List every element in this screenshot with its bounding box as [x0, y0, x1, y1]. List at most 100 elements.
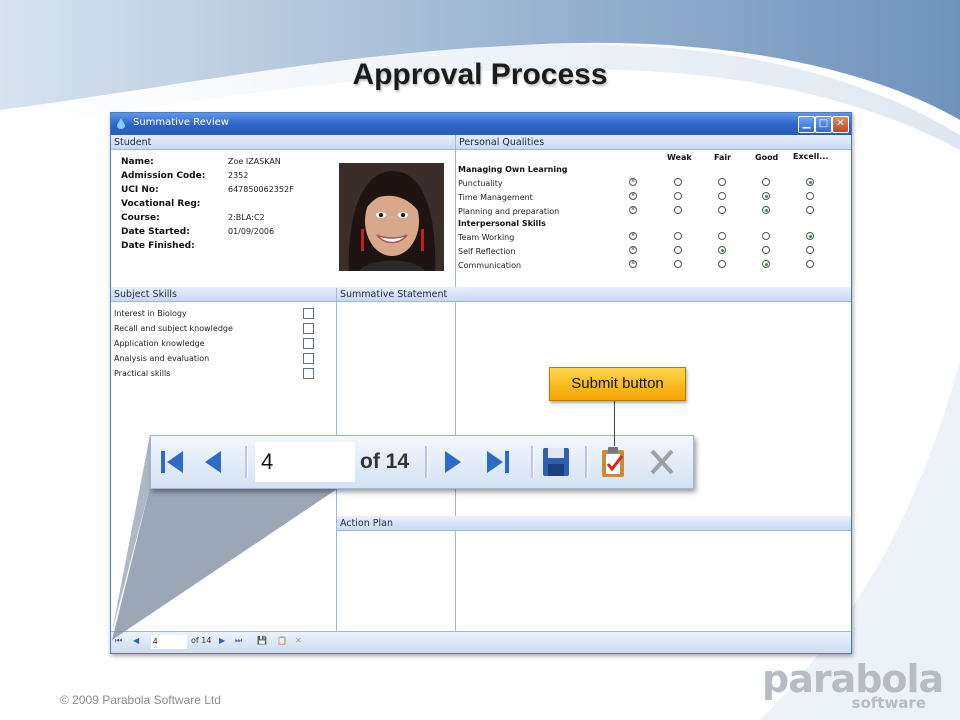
summative-statement-header: Summative Statement: [337, 287, 851, 302]
first-record-icon[interactable]: [155, 444, 189, 480]
zoomed-navigator-toolbar: 4 of 14: [150, 435, 694, 489]
next-record-icon[interactable]: [435, 444, 469, 480]
column-fair: Fair: [714, 153, 732, 162]
slide-title: Approval Process: [352, 58, 608, 91]
submit-icon[interactable]: [597, 444, 631, 480]
submit-button-callout: Submit button: [549, 367, 686, 401]
rating-radio[interactable]: [674, 232, 682, 240]
previous-record-icon[interactable]: ◀: [133, 636, 139, 645]
personal-qualities-header: Personal Qualities: [456, 135, 851, 150]
page-number-input[interactable]: 4: [255, 442, 355, 482]
close-icon[interactable]: ✕: [832, 116, 849, 133]
column-weak: Weak: [667, 153, 692, 162]
rating-radio[interactable]: [806, 260, 814, 268]
rating-radio[interactable]: [762, 178, 770, 186]
logo-word: parabola: [762, 657, 944, 701]
name-label: Name:: [121, 157, 154, 167]
checkbox-practical[interactable]: [303, 368, 314, 379]
window-titlebar: Summative Review ▁ □ ✕: [111, 113, 851, 135]
rating-radio[interactable]: [674, 178, 682, 186]
column-good: Good: [755, 153, 779, 162]
student-panel-header: Student: [111, 135, 455, 150]
cancel-icon[interactable]: ✕: [295, 636, 302, 645]
rating-radio[interactable]: [762, 192, 770, 200]
rating-radio[interactable]: [674, 206, 682, 214]
rating-radio[interactable]: [674, 192, 682, 200]
cancel-icon[interactable]: [645, 444, 679, 480]
column-excellent: Excell...: [793, 152, 829, 161]
vocational-reg-label: Vocational Reg:: [121, 199, 201, 209]
rating-radio[interactable]: [762, 246, 770, 254]
rating-radio[interactable]: [674, 260, 682, 268]
rating-radio[interactable]: ×: [629, 178, 637, 186]
rating-radio[interactable]: ×: [629, 206, 637, 214]
quality-punctuality: Punctuality: [458, 179, 503, 188]
toolbar-separator: [425, 446, 428, 478]
rating-radio[interactable]: [718, 178, 726, 186]
rating-radio[interactable]: [806, 192, 814, 200]
app-drop-icon: [117, 118, 125, 129]
next-record-icon[interactable]: ▶: [219, 636, 225, 645]
callout-leader-line: [614, 399, 615, 446]
rating-radio[interactable]: [718, 260, 726, 268]
logo-sub: software: [851, 694, 926, 712]
rating-radio[interactable]: [762, 206, 770, 214]
rating-radio[interactable]: [806, 178, 814, 186]
quality-time-management: Time Management: [458, 193, 533, 202]
rating-radio[interactable]: [806, 246, 814, 254]
group-interpersonal-skills: Interpersonal Skills: [458, 219, 546, 228]
rating-radio[interactable]: [762, 260, 770, 268]
parabola-logo: parabola software: [762, 657, 944, 712]
toolbar-separator: [245, 446, 248, 478]
toolbar-separator: [585, 446, 588, 478]
last-record-icon[interactable]: ⏭: [235, 636, 242, 646]
rating-radio[interactable]: ×: [629, 232, 637, 240]
uci-no-value: 647850062352F: [228, 185, 294, 194]
admission-code-label: Admission Code:: [121, 171, 206, 181]
skill-analysis: Analysis and evaluation: [114, 354, 210, 363]
checkbox-recall[interactable]: [303, 323, 314, 334]
toolbar-separator: [531, 446, 534, 478]
admission-code-value: 2352: [228, 171, 249, 180]
date-started-value: 01/09/2006: [228, 227, 275, 236]
last-record-icon[interactable]: [481, 444, 515, 480]
uci-no-label: UCI No:: [121, 185, 159, 195]
skill-application: Application knowledge: [114, 339, 205, 348]
checkbox-analysis[interactable]: [303, 353, 314, 364]
previous-record-icon[interactable]: [197, 444, 231, 480]
rating-radio[interactable]: [718, 206, 726, 214]
quality-self-reflection: Self Reflection: [458, 247, 516, 256]
submit-icon[interactable]: 📋: [277, 636, 287, 645]
first-record-icon[interactable]: ⏮: [115, 636, 122, 646]
course-value: 2:BLA:C2: [228, 213, 265, 222]
skill-practical: Practical skills: [114, 369, 171, 378]
action-plan-textarea[interactable]: [338, 532, 850, 630]
name-value: Zoe IZASKAN: [228, 157, 281, 166]
rating-radio[interactable]: [718, 246, 726, 254]
maximize-icon[interactable]: □: [815, 116, 832, 133]
page-count-label: of 14: [360, 450, 410, 473]
record-navigator-bar: ⏮ ◀ 4 of 14 ▶ ⏭ 💾 📋 ✕: [111, 631, 851, 653]
rating-radio[interactable]: [806, 206, 814, 214]
rating-radio[interactable]: [674, 246, 682, 254]
rating-radio[interactable]: [762, 232, 770, 240]
rating-radio[interactable]: [806, 232, 814, 240]
course-label: Course:: [121, 213, 160, 223]
date-started-label: Date Started:: [121, 227, 190, 237]
checkbox-interest-in-biology[interactable]: [303, 308, 314, 319]
rating-radio[interactable]: ×: [629, 246, 637, 254]
rating-radio[interactable]: [718, 192, 726, 200]
rating-radio[interactable]: ×: [629, 260, 637, 268]
action-plan-header: Action Plan: [337, 516, 851, 531]
subject-skills-header: Subject Skills: [111, 287, 336, 302]
save-icon[interactable]: 💾: [257, 636, 267, 645]
rating-radio[interactable]: [718, 232, 726, 240]
rating-radio[interactable]: ×: [629, 192, 637, 200]
checkbox-application[interactable]: [303, 338, 314, 349]
quality-communication: Communication: [458, 261, 522, 270]
date-finished-label: Date Finished:: [121, 241, 195, 251]
save-icon[interactable]: [539, 444, 573, 480]
window-title: Summative Review: [133, 117, 229, 128]
page-input-small[interactable]: 4: [151, 635, 187, 649]
minimize-icon[interactable]: ▁: [798, 116, 815, 133]
